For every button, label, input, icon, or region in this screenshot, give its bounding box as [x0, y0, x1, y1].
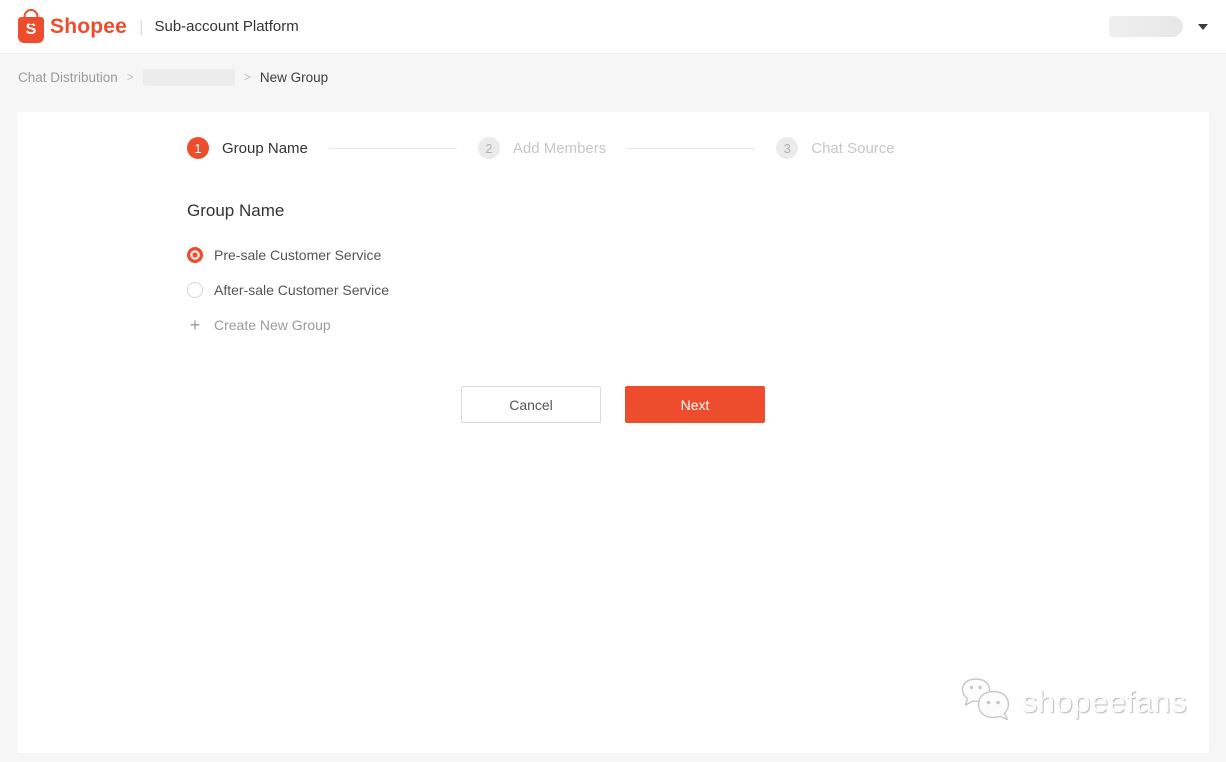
option-after-sale[interactable]: After-sale Customer Service	[187, 280, 1209, 300]
main-card: 1 Group Name 2 Add Members 3 Chat Source…	[17, 112, 1209, 753]
step-connector	[627, 147, 756, 149]
chevron-down-icon	[1198, 23, 1208, 30]
account-name-redacted	[1109, 16, 1183, 37]
option-label[interactable]: Pre-sale Customer Service	[214, 247, 381, 263]
product-title: Sub-account Platform	[154, 18, 299, 35]
logo-letter: S	[25, 21, 37, 38]
cancel-button[interactable]: Cancel	[461, 386, 601, 423]
watermark: shopeefans	[955, 674, 1187, 729]
option-label[interactable]: After-sale Customer Service	[214, 282, 389, 298]
step-2-circle: 2	[477, 137, 500, 159]
breadcrumb: Chat Distribution > > New Group	[0, 55, 1226, 99]
watermark-text: shopeefans	[1021, 683, 1187, 719]
step-add-members: 2 Add Members	[477, 137, 607, 159]
header-divider: |	[139, 16, 144, 36]
create-new-group-label[interactable]: Create New Group	[214, 317, 331, 333]
shopee-bag-icon: S	[18, 17, 44, 43]
radio-after-sale[interactable]	[187, 282, 203, 298]
step-group-name: 1 Group Name	[187, 137, 308, 159]
step-3-label: Chat Source	[811, 139, 895, 157]
form-title: Group Name	[187, 201, 285, 220]
shopee-logo[interactable]: S Shopee	[18, 10, 127, 43]
form-actions: Cancel Next	[17, 386, 1209, 423]
option-pre-sale[interactable]: Pre-sale Customer Service	[187, 245, 1209, 265]
create-new-group-button[interactable]: + Create New Group	[187, 315, 1209, 335]
group-name-options: Pre-sale Customer Service After-sale Cus…	[187, 245, 1209, 335]
step-wizard: 1 Group Name 2 Add Members 3 Chat Source	[187, 112, 1209, 159]
step-3-circle: 3	[776, 137, 799, 159]
radio-pre-sale[interactable]	[187, 247, 203, 263]
breadcrumb-separator: >	[126, 70, 134, 84]
step-1-circle: 1	[187, 137, 209, 159]
wechat-bubbles-icon	[955, 674, 1015, 729]
breadcrumb-separator: >	[243, 70, 251, 84]
app-header: S Shopee | Sub-account Platform	[0, 0, 1226, 54]
step-connector	[328, 147, 457, 149]
plus-icon: +	[189, 315, 201, 335]
breadcrumb-new-group: New Group	[259, 69, 329, 85]
account-menu[interactable]	[1109, 16, 1208, 37]
next-button[interactable]: Next	[625, 386, 765, 423]
brand-name: Shopee	[50, 14, 128, 38]
step-1-label: Group Name	[222, 139, 308, 157]
step-chat-source: 3 Chat Source	[776, 137, 895, 159]
breadcrumb-chat-distribution[interactable]: Chat Distribution	[18, 70, 118, 85]
breadcrumb-redacted-item[interactable]	[142, 68, 235, 86]
step-2-label: Add Members	[512, 139, 607, 157]
